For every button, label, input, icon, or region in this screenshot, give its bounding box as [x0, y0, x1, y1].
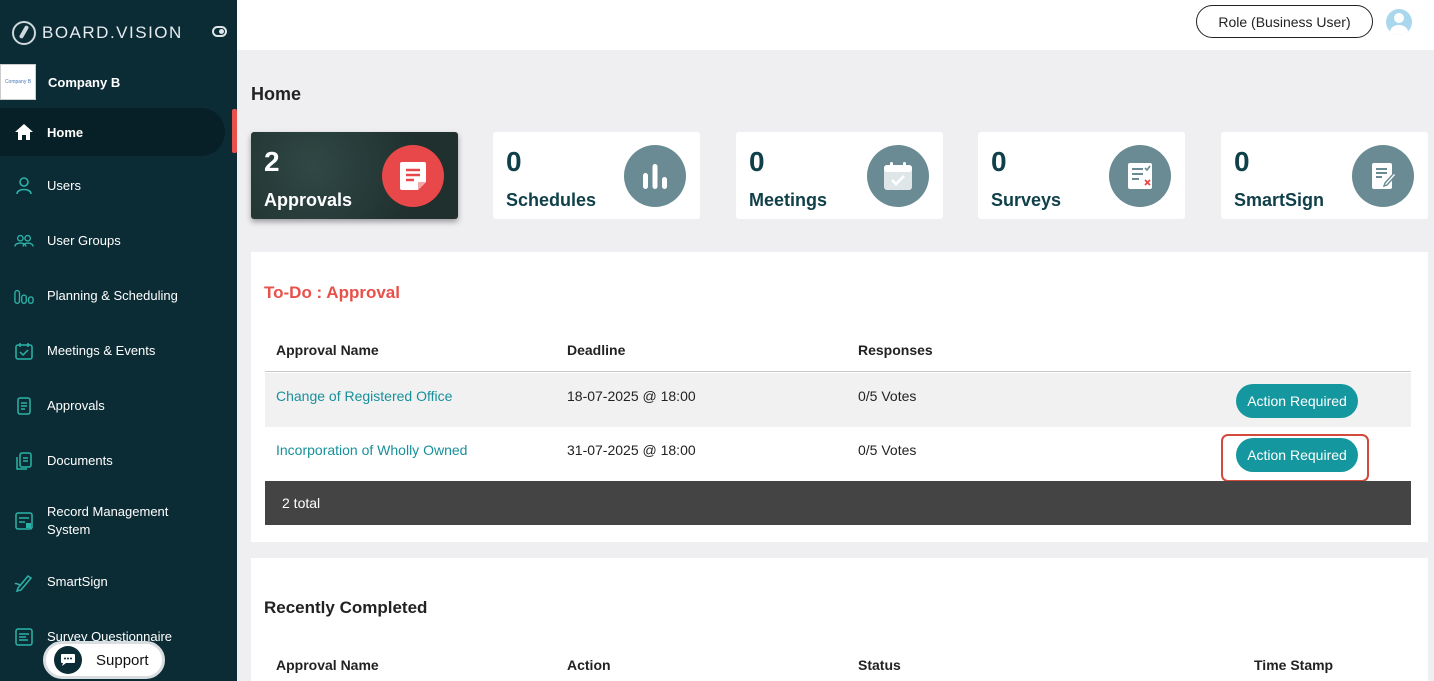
- home-icon: [14, 122, 34, 142]
- survey-icon: [1109, 145, 1171, 207]
- approval-name-link[interactable]: Change of Registered Office: [276, 388, 452, 404]
- calendar-check-icon: [14, 341, 34, 361]
- company-logo: Company B: [0, 64, 36, 100]
- recent-title: Recently Completed: [264, 598, 428, 617]
- action-required-button[interactable]: Action Required: [1236, 438, 1358, 472]
- avatar[interactable]: [1386, 9, 1412, 35]
- bar-chart-icon: [14, 286, 34, 306]
- sidebar-nav: Home Users User Groups Planning & Schedu…: [0, 106, 237, 664]
- sidebar-item-meetings-events[interactable]: Meetings & Events: [0, 323, 237, 378]
- sidebar-item-label-line2: System: [47, 522, 91, 537]
- table-row: Incorporation of Wholly Owned 31-07-2025…: [265, 427, 1411, 482]
- action-required-button[interactable]: Action Required: [1236, 384, 1358, 418]
- sidebar: BOARD.VISION Company B Company B Home Us…: [0, 0, 237, 681]
- sidebar-item-user-groups[interactable]: User Groups: [0, 213, 237, 268]
- stat-card-smartsign[interactable]: 0 SmartSign: [1221, 132, 1428, 219]
- stat-card-schedules[interactable]: 0 Schedules: [493, 132, 700, 219]
- company-selector[interactable]: Company B Company B: [0, 64, 237, 100]
- sidebar-item-label: Record Management System: [47, 503, 168, 539]
- stat-count: 0: [506, 146, 522, 177]
- responses-cell: 0/5 Votes: [858, 388, 917, 404]
- column-header-deadline: Deadline: [567, 342, 626, 358]
- sidebar-item-label: User Groups: [47, 233, 121, 248]
- sidebar-item-label-line1: Record Management: [47, 504, 169, 519]
- todo-table-header: Approval Name Deadline Responses: [265, 342, 1411, 372]
- stat-count: 0: [749, 146, 765, 177]
- company-name: Company B: [48, 74, 121, 90]
- chat-icon: [54, 646, 82, 674]
- sidebar-item-label: SmartSign: [47, 574, 108, 589]
- approval-name-link[interactable]: Incorporation of Wholly Owned: [276, 442, 467, 458]
- support-button[interactable]: Support: [43, 641, 165, 679]
- bar-chart-icon: [624, 145, 686, 207]
- sidebar-toggle-icon[interactable]: [212, 26, 227, 37]
- record-icon: [14, 511, 34, 531]
- stat-count: 2: [264, 146, 280, 177]
- board-vision-logo-icon: [12, 21, 36, 45]
- sidebar-item-record-management[interactable]: Record Management System: [0, 488, 237, 554]
- column-header-approval-name: Approval Name: [276, 657, 379, 673]
- sign-icon: [1352, 145, 1414, 207]
- sidebar-item-label: Meetings & Events: [47, 343, 156, 358]
- support-label: Support: [96, 651, 149, 669]
- stat-label: SmartSign: [1234, 190, 1325, 210]
- sidebar-item-users[interactable]: Users: [0, 158, 237, 213]
- brand: BOARD.VISION: [12, 20, 227, 46]
- stat-card-approvals[interactable]: 2 Approvals: [251, 132, 458, 219]
- stat-count: 0: [1234, 146, 1250, 177]
- stat-card-surveys[interactable]: 0 Surveys: [978, 132, 1185, 219]
- sidebar-item-label: Approvals: [47, 398, 105, 413]
- stat-card-meetings[interactable]: 0 Meetings: [736, 132, 943, 219]
- deadline-cell: 31-07-2025 @ 18:00: [567, 442, 696, 458]
- user-group-icon: [14, 231, 34, 251]
- column-header-time-stamp: Time Stamp: [1254, 657, 1334, 673]
- top-header: Role (Business User): [237, 0, 1434, 50]
- sidebar-item-home[interactable]: Home: [0, 108, 225, 156]
- sidebar-item-documents[interactable]: Documents: [0, 433, 237, 488]
- sidebar-item-label: Planning & Scheduling: [47, 288, 178, 303]
- list-icon: [14, 627, 34, 647]
- todo-approval-panel: To-Do : Approval Approval Name Deadline …: [251, 252, 1428, 542]
- sidebar-item-label: Home: [47, 124, 84, 140]
- column-header-responses: Responses: [858, 342, 933, 358]
- sidebar-item-label: Users: [47, 178, 81, 193]
- stat-label: Surveys: [991, 190, 1062, 210]
- page-title: Home: [251, 84, 302, 104]
- column-header-approval-name: Approval Name: [276, 342, 379, 358]
- user-icon: [14, 176, 34, 196]
- approval-doc-icon: [382, 145, 444, 207]
- sidebar-item-planning-scheduling[interactable]: Planning & Scheduling: [0, 268, 237, 323]
- pen-icon: [14, 572, 34, 592]
- table-footer-total: 2 total: [265, 481, 1411, 525]
- calendar-icon: [867, 145, 929, 207]
- todo-title: To-Do : Approval: [264, 283, 400, 302]
- document-icon: [14, 396, 34, 416]
- sidebar-item-smartsign[interactable]: SmartSign: [0, 554, 237, 609]
- stat-count: 0: [991, 146, 1007, 177]
- sidebar-item-label: Documents: [47, 453, 113, 468]
- deadline-cell: 18-07-2025 @ 18:00: [567, 388, 696, 404]
- column-header-status: Status: [858, 657, 901, 673]
- table-row: Change of Registered Office 18-07-2025 @…: [265, 373, 1411, 427]
- documents-icon: [14, 451, 34, 471]
- stat-label: Schedules: [506, 190, 597, 210]
- sidebar-item-approvals[interactable]: Approvals: [0, 378, 237, 433]
- recently-completed-panel: Recently Completed Approval Name Action …: [251, 558, 1428, 681]
- responses-cell: 0/5 Votes: [858, 442, 917, 458]
- brand-name: BOARD.VISION: [42, 23, 183, 42]
- column-header-action: Action: [567, 657, 611, 673]
- stat-label: Approvals: [264, 190, 353, 210]
- stat-label: Meetings: [749, 190, 828, 210]
- active-nav-indicator: [232, 109, 237, 153]
- role-button[interactable]: Role (Business User): [1196, 5, 1373, 38]
